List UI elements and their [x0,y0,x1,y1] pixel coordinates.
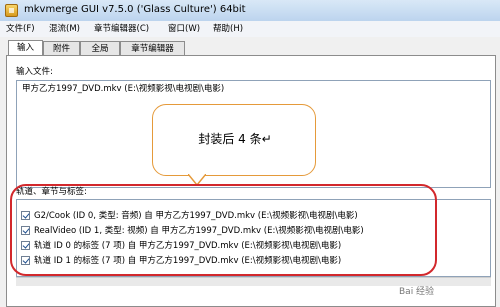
menu-file[interactable]: 文件(F) [6,24,35,34]
horizontal-scrollbar[interactable] [16,277,491,286]
tab-global[interactable]: 全局 [80,41,120,55]
menu-bar: 文件(F) 混流(M) 章节编辑器(C) 窗口(W) 帮助(H) [0,21,500,38]
menu-mux[interactable]: 混流(M) [49,24,80,34]
title-bar: mkvmerge GUI v7.5.0 ('Glass Culture') 64… [0,0,500,22]
highlight-outline [10,184,437,276]
mkvmerge-app-icon [5,4,18,17]
watermark-text: Bai 经验 [399,287,435,297]
menu-chapter-editor[interactable]: 章节编辑器(C) [94,24,149,34]
tab-chapter-editor[interactable]: 章节编辑器 [120,41,185,55]
annotation-callout: 封装后 4 条↵ [152,104,316,176]
window-title: mkvmerge GUI v7.5.0 ('Glass Culture') 64… [24,4,246,15]
callout-text: 封装后 4 条↵ [198,132,272,146]
input-files-label: 输入文件: [16,67,53,77]
tab-input[interactable]: 输入 [8,40,43,55]
input-file-item[interactable]: 甲方乙方1997_DVD.mkv (E:\视频影视\电视剧\电影) [22,84,224,95]
menu-help[interactable]: 帮助(H) [213,24,243,34]
menu-window[interactable]: 窗口(W) [168,24,200,34]
tab-attachments[interactable]: 附件 [43,41,80,55]
